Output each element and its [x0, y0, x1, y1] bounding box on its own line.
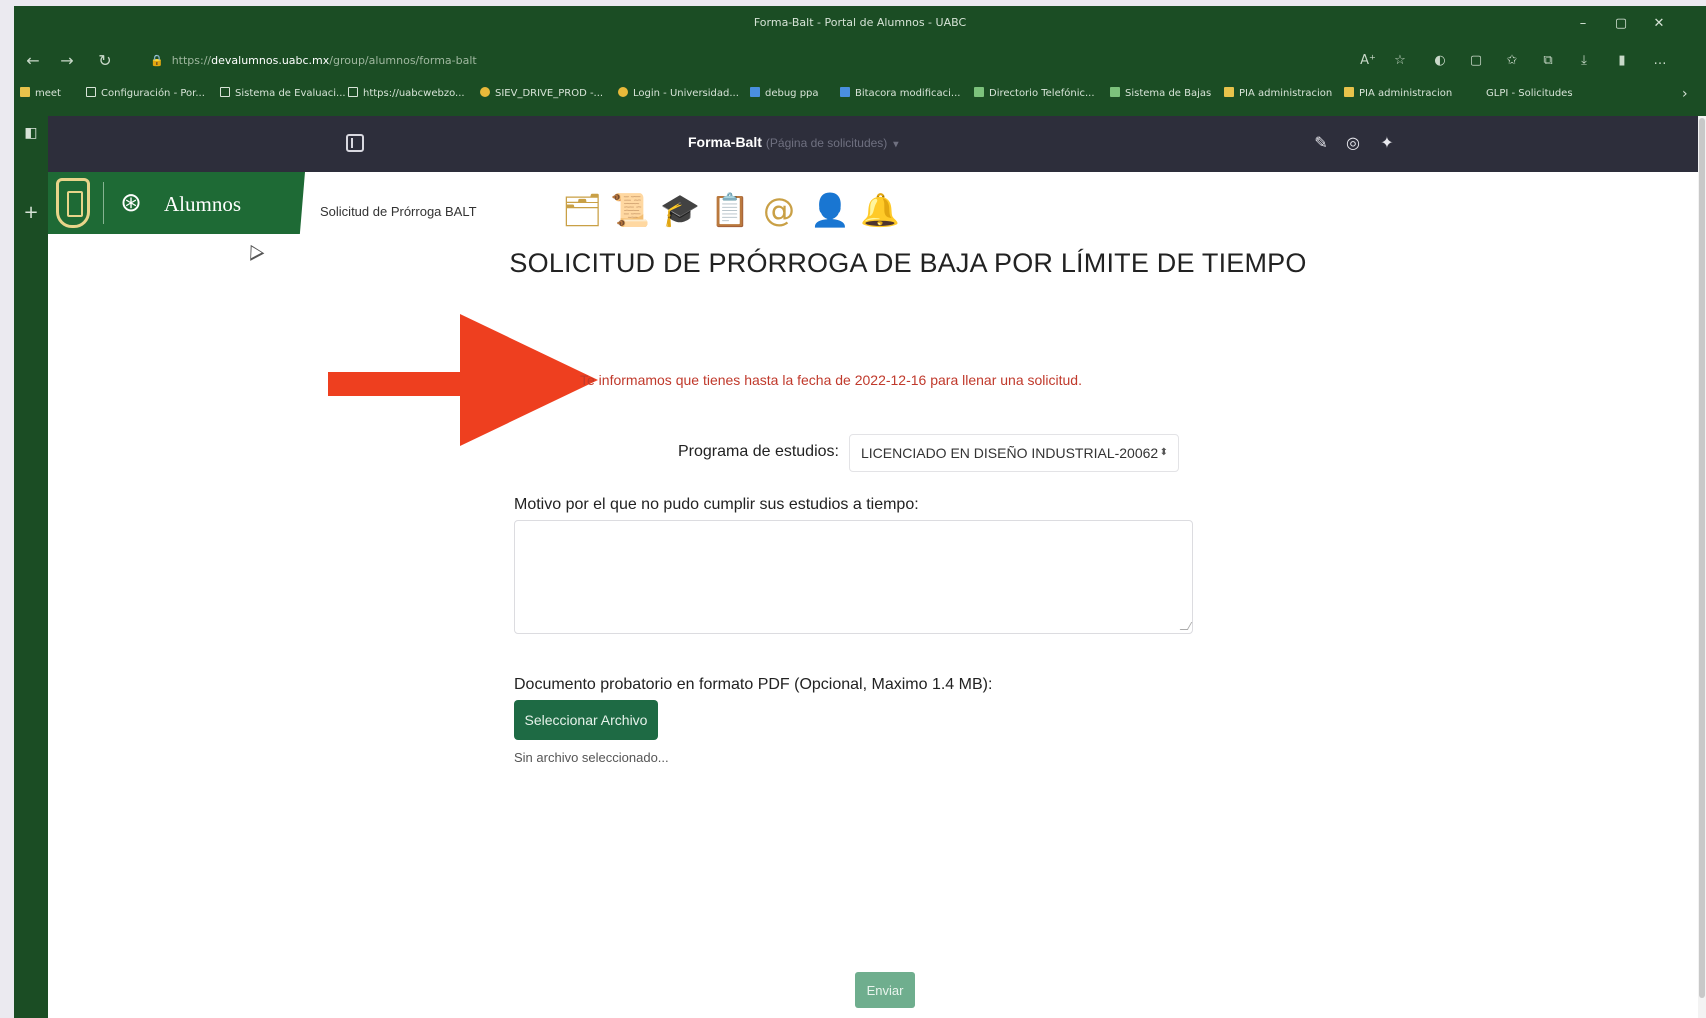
- uabc-shield-icon: [56, 178, 90, 228]
- edit-pencil-icon[interactable]: ✎: [1310, 132, 1332, 154]
- window-title: Forma-Balt - Portal de Alumnos - UABC: [753, 16, 967, 29]
- directory-icon: [974, 87, 984, 97]
- annotation-arrow-shaft: [328, 372, 468, 396]
- favorites-icon[interactable]: ✩: [1502, 52, 1522, 70]
- file-status: Sin archivo seleccionado...: [514, 750, 669, 765]
- bookmark-item[interactable]: Bitacora modificaci...: [840, 86, 960, 102]
- read-aloud-icon[interactable]: A⁺: [1358, 52, 1378, 70]
- settings-icon[interactable]: ◎: [1342, 132, 1364, 154]
- page-icon: [348, 87, 358, 97]
- program-selected-value: LICENCIADO EN DISEÑO INDUSTRIAL-20062: [861, 445, 1159, 461]
- more-options-icon[interactable]: …: [1650, 52, 1670, 70]
- extension-icon[interactable]: ◐: [1430, 52, 1450, 70]
- url-bar[interactable]: 🔒 https://devalumnos.uabc.mx/group/alumno…: [150, 49, 1210, 73]
- bookmark-item[interactable]: Configuración - Por...: [86, 86, 205, 102]
- alumnos-label: Alumnos: [164, 192, 242, 216]
- minimize-button[interactable]: –: [1566, 12, 1600, 36]
- lock-icon: 🔒: [150, 54, 164, 67]
- scroll-icon[interactable]: 📜: [610, 188, 650, 232]
- drive-icon: [480, 87, 490, 97]
- page-icon: [86, 87, 96, 97]
- alumnos-badge[interactable]: ⊛ Alumnos: [48, 172, 305, 234]
- select-file-button[interactable]: Seleccionar Archivo: [514, 700, 658, 740]
- user-icon[interactable]: 👤: [810, 188, 850, 232]
- app-title[interactable]: Forma-Balt (Página de solicitudes) ▾: [688, 134, 898, 150]
- maximize-button[interactable]: ▢: [1604, 12, 1638, 36]
- back-arrow-icon[interactable]: ←: [20, 49, 46, 73]
- breadcrumb: Solicitud de Prórroga BALT: [320, 204, 477, 219]
- app-subtitle: (Página de solicitudes): [765, 136, 888, 150]
- bookmarks-bar: meet Configuración - Por... Sistema de E…: [14, 79, 1706, 107]
- address-bar: ← → ↻ 🔒 https://devalumnos.uabc.mx/group/…: [14, 43, 1706, 79]
- motivo-label: Motivo por el que no pudo cumplir sus es…: [514, 496, 919, 513]
- scrollbar-thumb[interactable]: [1699, 118, 1705, 998]
- motivo-textarea[interactable]: [514, 520, 1193, 634]
- vertical-tab-strip: ◧ +: [14, 107, 48, 1018]
- mouse-cursor-icon: [243, 241, 265, 261]
- browser-window: Forma-Balt - Portal de Alumnos - UABC – …: [14, 6, 1706, 1018]
- program-label: Programa de estudios:: [678, 443, 839, 460]
- clipboard-icon[interactable]: 📋: [710, 188, 750, 232]
- login-icon: [618, 87, 628, 97]
- badge-divider: [103, 182, 104, 224]
- url-host: devalumnos.uabc.mx: [211, 54, 330, 67]
- bookmark-item[interactable]: SIEV_DRIVE_PROD -...: [480, 86, 603, 102]
- app-header: Forma-Balt (Página de solicitudes) ▾ ✎ ◎ ✦: [48, 116, 1706, 172]
- split-screen-icon[interactable]: ▢: [1466, 52, 1486, 70]
- bookmarks-overflow-icon[interactable]: ›: [1682, 86, 1688, 102]
- submit-button[interactable]: Enviar: [855, 972, 915, 1008]
- new-tab-icon[interactable]: +: [21, 203, 41, 223]
- close-button[interactable]: ✕: [1642, 12, 1676, 36]
- deadline-notice: Te informamos que tienes hasta la fecha …: [580, 372, 1082, 388]
- collections-icon[interactable]: ⧉: [1538, 52, 1558, 70]
- wallet-icon[interactable]: ▮: [1612, 52, 1632, 70]
- bell-icon[interactable]: 🔔: [860, 188, 900, 232]
- page-icon: [220, 87, 230, 97]
- annotation-arrow-head: [460, 314, 598, 446]
- bookmark-item[interactable]: https://uabcwebzo...: [348, 86, 465, 102]
- url-path: /group/alumnos/forma-balt: [329, 54, 477, 67]
- forward-arrow-icon[interactable]: →: [54, 49, 80, 73]
- email-icon[interactable]: @: [760, 188, 798, 232]
- bookmark-item[interactable]: GLPI - Solicitudes: [1486, 86, 1573, 102]
- folder-icon: [1344, 87, 1354, 97]
- document-label: Documento probatorio en formato PDF (Opc…: [514, 676, 993, 693]
- alumnos-logo-icon: ⊛: [120, 188, 142, 218]
- bookmark-item[interactable]: debug ppa: [750, 86, 819, 102]
- sidebar-toggle-icon[interactable]: [346, 134, 364, 152]
- title-bar: Forma-Balt - Portal de Alumnos - UABC – …: [14, 6, 1706, 43]
- bookmark-item[interactable]: meet: [20, 86, 61, 102]
- system-icon: [1110, 87, 1120, 97]
- folder-icon: [1224, 87, 1234, 97]
- downloads-icon[interactable]: ⤓: [1574, 52, 1594, 70]
- globe-icon[interactable]: ✦: [1376, 132, 1398, 154]
- graduation-icon[interactable]: 🎓: [660, 188, 700, 232]
- folder-icon: [20, 87, 30, 97]
- reload-icon[interactable]: ↻: [92, 49, 118, 73]
- select-arrows-icon: ⬍: [1159, 447, 1168, 458]
- bookmark-item[interactable]: PIA administracion: [1224, 86, 1332, 102]
- debug-icon: [750, 87, 760, 97]
- page-title: SOLICITUD DE PRÓRROGA DE BAJA POR LÍMITE…: [509, 248, 1307, 278]
- favorite-star-icon[interactable]: ☆: [1390, 52, 1410, 70]
- bookmark-item[interactable]: PIA administracion: [1344, 86, 1452, 102]
- bookmark-item[interactable]: Directorio Telefónic...: [974, 86, 1095, 102]
- bookmark-item[interactable]: Sistema de Evaluaci...: [220, 86, 346, 102]
- url-scheme: https://: [171, 54, 212, 67]
- documents-icon[interactable]: 🗂: [562, 188, 603, 232]
- program-select[interactable]: LICENCIADO EN DISEÑO INDUSTRIAL-20062 ⬍: [849, 434, 1179, 472]
- log-icon: [840, 87, 850, 97]
- bookmark-item[interactable]: Login - Universidad...: [618, 86, 739, 102]
- bookmark-item[interactable]: Sistema de Bajas: [1110, 86, 1211, 102]
- tab-actions-icon[interactable]: ◧: [21, 123, 41, 143]
- chevron-down-icon: ▾: [893, 139, 899, 150]
- scrollbar[interactable]: [1698, 116, 1706, 1018]
- page-viewport: Forma-Balt (Página de solicitudes) ▾ ✎ ◎ ✦…: [48, 116, 1706, 1018]
